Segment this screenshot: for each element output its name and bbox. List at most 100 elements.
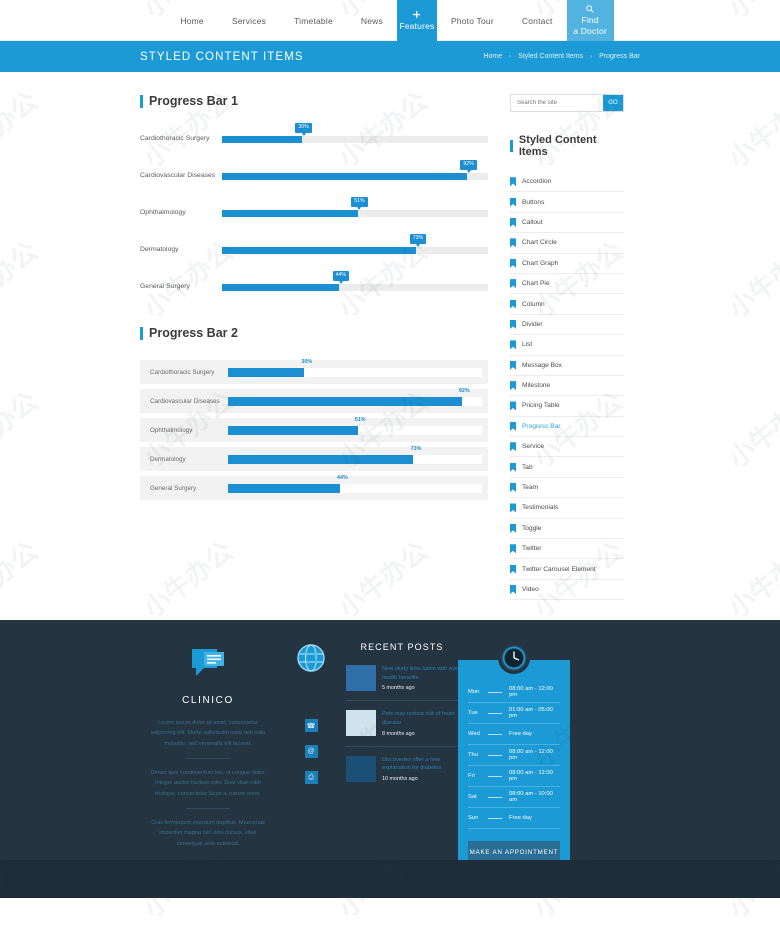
footer-social-column: ☎ @ ⎙ bbox=[276, 642, 346, 860]
sidebar-item-column[interactable]: Column bbox=[510, 294, 624, 314]
globe-icon bbox=[276, 644, 346, 677]
sidebar-item-twitter[interactable]: Twitter bbox=[510, 539, 624, 559]
bookmark-icon bbox=[510, 259, 516, 268]
sidebar-item-chart-graph[interactable]: Chart Graph bbox=[510, 254, 624, 274]
progress-bar-row: Dermatology73% bbox=[140, 239, 488, 261]
search-go-button[interactable]: GO bbox=[603, 95, 623, 111]
sidebar-item-callout[interactable]: Callout bbox=[510, 213, 624, 233]
sidebar-item-label: Buttons bbox=[522, 199, 544, 206]
progress-bar-fill: 73% bbox=[222, 247, 416, 254]
progress-bar-track: 51% bbox=[222, 210, 488, 217]
bookmark-icon bbox=[510, 238, 516, 247]
post-thumbnail bbox=[346, 756, 376, 782]
sidebar-item-toggle[interactable]: Toggle bbox=[510, 519, 624, 539]
nav-item-home[interactable]: Home bbox=[166, 0, 217, 41]
brand-name: CLINICO bbox=[140, 695, 276, 706]
recent-post-item[interactable]: Discoveries offer a new explanation for … bbox=[346, 756, 458, 791]
sidebar-item-divider[interactable]: Divider bbox=[510, 315, 624, 335]
post-title[interactable]: Pets may reduce risk of heart disease bbox=[382, 710, 458, 727]
page-body: Progress Bar 1 Cardiothoracic Surgery30%… bbox=[0, 72, 780, 658]
sidebar-item-team[interactable]: Team bbox=[510, 478, 624, 498]
page-title-band: STYLED CONTENT ITEMS Home › Styled Content… bbox=[0, 41, 780, 72]
sidebar-item-label: Chart Graph bbox=[522, 260, 558, 267]
sidebar-item-list[interactable]: List bbox=[510, 335, 624, 355]
schedule-day: Sun bbox=[468, 815, 488, 821]
sidebar-item-label: Testimonials bbox=[522, 504, 558, 511]
divider bbox=[488, 734, 502, 735]
bookmark-icon bbox=[510, 320, 516, 329]
progress-bar-track: 44% bbox=[228, 484, 482, 493]
progress-bar-value: 92% bbox=[459, 389, 470, 394]
print-icon[interactable]: ⎙ bbox=[305, 771, 318, 784]
recent-post-item[interactable]: Pets may reduce risk of heart disease8 m… bbox=[346, 710, 458, 746]
bookmark-icon bbox=[510, 401, 516, 410]
schedule-row: SunFree day bbox=[468, 808, 560, 829]
recent-post-item[interactable]: New study links lutein with eye health b… bbox=[346, 665, 458, 701]
progress-bar-row: General Surgery44% bbox=[140, 476, 488, 500]
nav-item-label: Finda Doctor bbox=[573, 15, 607, 36]
footer-posts-column: RECENT POSTS New study links lutein with… bbox=[346, 642, 458, 860]
sidebar-item-label: Divider bbox=[522, 321, 543, 328]
sidebar-item-chart-pie[interactable]: Chart Pie bbox=[510, 274, 624, 294]
nav-item-label: Photo Tour bbox=[451, 16, 494, 26]
chat-bubble-icon bbox=[190, 648, 226, 683]
sidebar-item-testimonials[interactable]: Testimonials bbox=[510, 498, 624, 518]
schedule-day: Wed bbox=[468, 731, 488, 737]
progress-bar-fill: 44% bbox=[222, 284, 339, 291]
nav-item-services[interactable]: Services bbox=[218, 0, 280, 41]
sidebar-item-label: Twitter bbox=[522, 545, 541, 552]
post-title[interactable]: Discoveries offer a new explanation for … bbox=[382, 756, 458, 773]
footer-schedule-column: Mon08:00 am - 12:00 pmTue01:00 am - 05:0… bbox=[458, 642, 570, 860]
progress-bar-label: Cardiothoracic Surgery bbox=[140, 369, 228, 376]
progress-bar-2-heading: Progress Bar 2 bbox=[140, 326, 488, 340]
progress-bar-row: Cardiothoracic Surgery30% bbox=[140, 360, 488, 384]
sidebar-item-video[interactable]: Video bbox=[510, 580, 624, 600]
schedule-row: Fri08:00 am - 12:00 pm bbox=[468, 766, 560, 787]
schedule-day: Tue bbox=[468, 710, 488, 716]
nav-item-news[interactable]: News bbox=[347, 0, 397, 41]
sidebar-item-label: Chart Circle bbox=[522, 239, 557, 246]
bookmark-icon bbox=[510, 340, 516, 349]
breadcrumb-separator: › bbox=[590, 54, 592, 60]
nav-item-contact[interactable]: Contact bbox=[508, 0, 567, 41]
nav-item-features[interactable]: Features bbox=[397, 0, 437, 41]
email-icon[interactable]: @ bbox=[305, 745, 318, 758]
sidebar-item-chart-circle[interactable]: Chart Circle bbox=[510, 233, 624, 253]
nav-item-photo-tour[interactable]: Photo Tour bbox=[437, 0, 508, 41]
progress-bar-row: Ophthalmology51% bbox=[140, 418, 488, 442]
progress-bar-fill: 30% bbox=[228, 368, 304, 377]
sidebar-item-progress-bar[interactable]: Progress Bar bbox=[510, 417, 624, 437]
progress-bar-1-heading: Progress Bar 1 bbox=[140, 94, 488, 108]
sidebar-item-accordion[interactable]: Accordion bbox=[510, 172, 624, 192]
sidebar-item-tab[interactable]: Tab bbox=[510, 457, 624, 477]
sidebar-item-label: Team bbox=[522, 484, 538, 491]
nav-item-timetable[interactable]: Timetable bbox=[280, 0, 347, 41]
sidebar: GO Styled Content Items AccordionButtons… bbox=[502, 94, 624, 658]
divider bbox=[488, 692, 502, 693]
sidebar-item-milestone[interactable]: Milestone bbox=[510, 376, 624, 396]
sidebar-item-twitter-carousel-element[interactable]: Twitter Carousel Element bbox=[510, 559, 624, 579]
phone-icon[interactable]: ☎ bbox=[305, 719, 318, 732]
divider bbox=[488, 776, 502, 777]
search-input[interactable] bbox=[511, 95, 603, 111]
sidebar-item-buttons[interactable]: Buttons bbox=[510, 192, 624, 212]
sidebar-item-service[interactable]: Service bbox=[510, 437, 624, 457]
progress-bar-row: Cardiothoracic Surgery30% bbox=[140, 128, 488, 150]
post-title[interactable]: New study links lutein with eye health b… bbox=[382, 665, 458, 682]
breadcrumb-item[interactable]: Styled Content Items bbox=[518, 53, 583, 60]
schedule-hours: 08:00 am - 12:00 pm bbox=[509, 749, 560, 761]
breadcrumb-item[interactable]: Home bbox=[483, 53, 502, 60]
post-thumbnail bbox=[346, 665, 376, 691]
schedule-row: Mon08:00 am - 12:00 pm bbox=[468, 682, 560, 703]
breadcrumb-separator: › bbox=[509, 54, 511, 60]
sidebar-item-message-box[interactable]: Message Box bbox=[510, 356, 624, 376]
progress-bar-label: Cardiovascular Diseases bbox=[140, 172, 222, 180]
sidebar-item-pricing-table[interactable]: Pricing Table bbox=[510, 396, 624, 416]
page-title: STYLED CONTENT ITEMS bbox=[140, 51, 304, 63]
search-icon bbox=[586, 5, 594, 13]
progress-bar-label: Dermatology bbox=[140, 246, 222, 254]
sidebar-item-label: Chart Pie bbox=[522, 280, 550, 287]
schedule-row: Sat08:00 am - 10:00 am bbox=[468, 787, 560, 808]
nav-item-find-a-doctor[interactable]: Finda Doctor bbox=[567, 0, 614, 41]
schedule-hours: 08:00 am - 12:00 pm bbox=[509, 686, 560, 698]
